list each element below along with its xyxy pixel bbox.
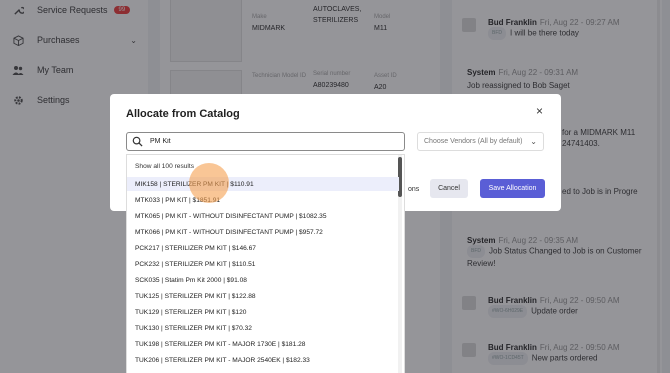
close-icon[interactable]: × xyxy=(536,104,543,118)
result-item[interactable]: PCK232 | STERILIZER PM KIT | $110.51 xyxy=(127,257,399,271)
result-item[interactable]: TUK130 | STERILIZER PM KIT | $70.32 xyxy=(127,321,399,335)
show-all-results[interactable]: Show all 100 results xyxy=(127,159,399,173)
result-item[interactable]: TUK198 | STERILIZER PM KIT - MAJOR 1730E… xyxy=(127,337,399,351)
result-item[interactable]: TUK206 | STERILIZER PM KIT - MAJOR 2540E… xyxy=(127,353,399,367)
result-item[interactable]: PCK217 | STERILIZER PM KIT | $146.67 xyxy=(127,241,399,255)
result-item[interactable]: MTK033 | PM KIT | $1851.91 xyxy=(127,193,399,207)
search-icon xyxy=(132,136,144,148)
result-item[interactable]: MTK065 | PM KIT - WITHOUT DISINFECTANT P… xyxy=(127,209,399,223)
search-results-dropdown: Show all 100 results MIK158 | STERILIZER… xyxy=(126,154,405,373)
result-item[interactable]: TUK125 | STERILIZER PM KIT | $122.88 xyxy=(127,289,399,303)
result-item[interactable]: SCK035 | Statim Pm Kit 2000 | $91.08 xyxy=(127,273,399,287)
modal-title: Allocate from Catalog xyxy=(126,108,240,120)
search-input[interactable] xyxy=(150,138,390,145)
catalog-search[interactable] xyxy=(126,132,405,151)
save-allocation-button[interactable]: Save Allocation xyxy=(480,179,545,198)
result-item[interactable]: MIK158 | STERILIZER PM KIT | $110.91 xyxy=(127,177,399,191)
truncated-label: ons xyxy=(408,186,420,193)
result-item[interactable]: MTK066 | PM KIT - WITHOUT DISINFECTANT P… xyxy=(127,225,399,239)
chevron-down-icon: ⌄ xyxy=(530,137,537,146)
result-item[interactable]: TUK129 | STERILIZER PM KIT | $120 xyxy=(127,305,399,319)
vendor-select[interactable]: Choose Vendors (All by default) ⌄ xyxy=(417,132,544,151)
cancel-button[interactable]: Cancel xyxy=(430,179,468,198)
